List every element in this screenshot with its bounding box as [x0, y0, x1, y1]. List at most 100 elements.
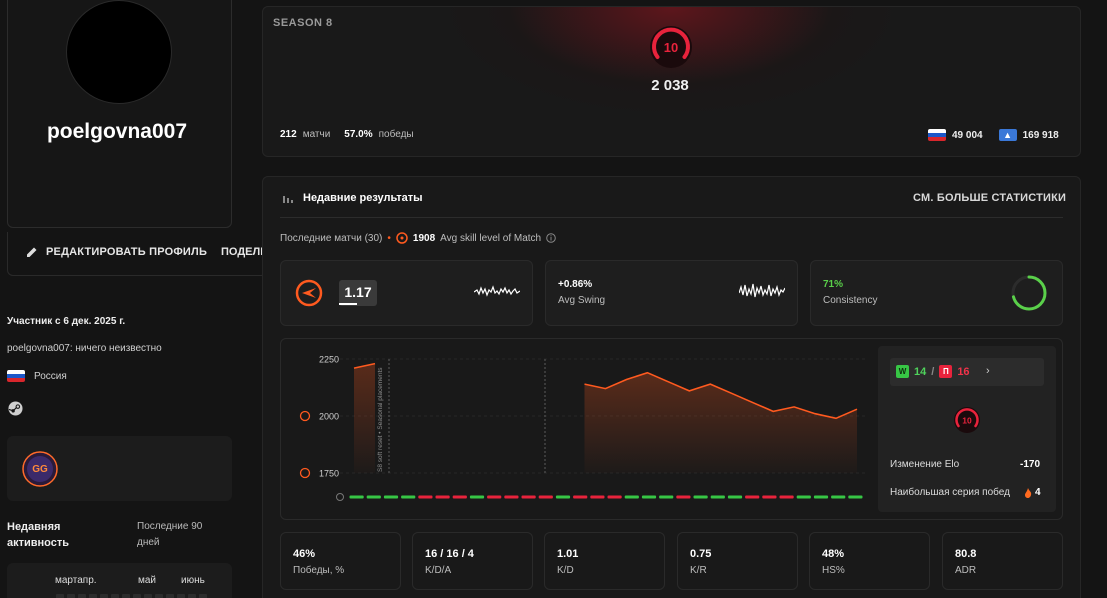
win-marker	[659, 495, 674, 499]
rank-info: 49 004 ▲ 169 918	[928, 129, 1059, 141]
elo-area	[354, 363, 375, 473]
swing-label: Avg Swing	[558, 295, 606, 306]
activity-range[interactable]: Последние 90 дней	[137, 519, 227, 551]
loss-marker	[607, 495, 622, 499]
stat-card-adr[interactable]	[942, 532, 1063, 590]
last-matches-info: Последние матчи (30) • 1908 Avg skill le…	[280, 232, 556, 244]
stat-value: 0.75	[690, 548, 712, 560]
loss-marker	[452, 495, 467, 499]
recent-results-header: Недавние результаты	[283, 192, 423, 204]
loss-marker	[762, 495, 777, 499]
consistency-value: 71%	[823, 279, 844, 290]
stat-label: K/R	[690, 565, 707, 576]
activity-title: Недавняя активность	[7, 521, 70, 549]
member-since: Участник с 6 дек. 2025 г.	[7, 316, 126, 327]
win-marker	[349, 495, 364, 499]
skill-level-icon: 10	[954, 407, 980, 433]
chevron-right-icon[interactable]: ›	[986, 365, 990, 377]
last-matches-label: Последние матчи (30)	[280, 232, 383, 244]
badge-text: GG	[32, 464, 48, 475]
win-marker	[366, 495, 381, 499]
loss-marker	[521, 495, 536, 499]
loss-marker	[435, 495, 450, 499]
stat-card-kda[interactable]	[412, 532, 533, 590]
avatar[interactable]	[66, 0, 172, 104]
stat-value: 16 / 16 / 4	[425, 548, 474, 560]
elo-value: 2 038	[651, 77, 689, 94]
month-label: июнь	[181, 575, 205, 586]
wl-separator: /	[931, 365, 935, 378]
winrate-value: 57.0%	[344, 129, 373, 140]
separator-dot: •	[387, 232, 391, 244]
share-button[interactable]: ПОДЕЛИТЬСЯ	[213, 246, 263, 258]
loss-marker	[538, 495, 553, 499]
stat-value: 48%	[822, 548, 845, 560]
loss-marker	[418, 495, 433, 499]
skill-level-value: 10	[962, 416, 972, 426]
loss-marker	[590, 495, 605, 499]
month-label: май	[138, 575, 157, 586]
skill-level-icon: 10	[650, 26, 692, 68]
region-rank[interactable]: 169 918	[1023, 130, 1059, 141]
kd-indicator	[339, 303, 357, 305]
y-tick-label: 2000	[319, 412, 339, 422]
kd-sparkline	[474, 285, 520, 297]
stat-card-kr[interactable]	[677, 532, 798, 590]
win-marker	[693, 495, 708, 499]
stat-card-hs[interactable]	[809, 532, 930, 590]
info-icon	[336, 493, 344, 501]
season-stats: 212 матчи 57.0% победы	[280, 129, 414, 140]
kd-icon	[295, 279, 323, 307]
stat-label: ADR	[955, 565, 977, 576]
edit-profile-button[interactable]: РЕДАКТИРОВАТЬ ПРОФИЛЬ	[26, 246, 207, 258]
season-label: SEASON 8	[273, 17, 333, 29]
y-tick-label: 2250	[319, 355, 339, 365]
win-marker	[796, 495, 811, 499]
wins-count: 14	[914, 365, 927, 378]
skill-level-value: 10	[664, 40, 678, 55]
loss-badge: П	[939, 365, 953, 378]
win-marker	[401, 495, 416, 499]
y-tick-label: 1750	[319, 469, 339, 479]
stat-card-winrate[interactable]	[280, 532, 401, 590]
swing-sparkline	[739, 283, 785, 298]
skill-icon	[396, 232, 408, 244]
win-marker	[555, 495, 571, 499]
country-rank[interactable]: 49 004	[952, 130, 983, 141]
month-label: мартапр.	[55, 575, 97, 586]
country: Россия	[7, 370, 67, 382]
stat-label: K/D/A	[425, 565, 452, 576]
region-icon: ▲	[998, 129, 1017, 141]
bio: poelgovna007: ничего неизвестно	[7, 343, 162, 354]
swing-value: +0.86%	[558, 279, 593, 290]
win-badge: W	[896, 365, 909, 378]
russia-flag-icon	[7, 370, 25, 382]
win-marker	[710, 495, 725, 499]
fire-icon	[1025, 487, 1032, 498]
elo-chart: 2250 2000 1750 S8 soft reset • Seasonal pla…	[299, 355, 865, 501]
streak-label: Наибольшая серия побед	[890, 487, 1010, 498]
skill-level-icon	[299, 410, 311, 422]
loss-marker	[676, 495, 691, 499]
winrate-label: победы	[378, 129, 414, 140]
more-stats-link[interactable]: СМ. БОЛЬШЕ СТАТИСТИКИ	[913, 192, 1066, 204]
stat-label: HS%	[822, 565, 845, 576]
steam-icon[interactable]	[8, 401, 23, 416]
stat-value: 1.01	[557, 548, 579, 560]
losses-count: 16	[957, 365, 970, 378]
loss-marker	[779, 495, 794, 499]
country-name: Россия	[34, 370, 67, 382]
badge-icon[interactable]: GG	[22, 451, 58, 487]
win-marker	[624, 495, 639, 499]
info-icon[interactable]	[546, 233, 556, 243]
pencil-icon	[27, 247, 37, 257]
loss-marker	[487, 495, 502, 499]
stat-card-kd[interactable]	[544, 532, 665, 590]
stat-label: Победы, %	[293, 565, 345, 576]
elo-area	[584, 372, 857, 473]
stat-value: 80.8	[955, 548, 977, 560]
share-label: ПОДЕЛИТЬСЯ	[221, 246, 263, 258]
wl-content: W 14 / П 16	[896, 365, 970, 378]
consistency-label: Consistency	[823, 295, 878, 306]
streak-value: 4	[1024, 487, 1041, 498]
